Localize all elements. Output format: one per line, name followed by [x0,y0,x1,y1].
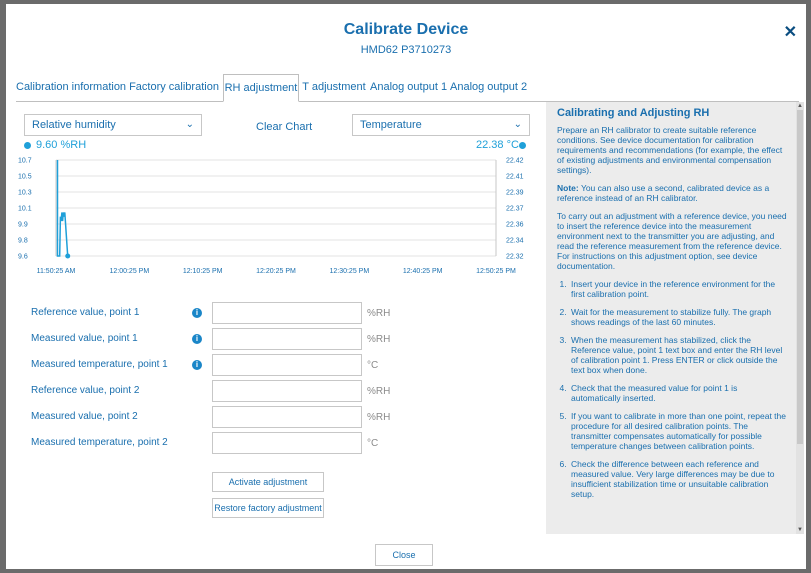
tab-rh-adjustment[interactable]: RH adjustment [223,74,299,102]
help-scrollbar[interactable]: ▲ ▼ [796,102,804,534]
tab-t-adjustment[interactable]: T adjustment [301,74,367,101]
y-right-tick: 22.32 [506,254,524,261]
rh-series-marker [24,142,31,149]
y-right-tick: 22.34 [506,238,524,245]
calibrate-device-dialog: Calibrate Device HMD62 P3710273 ✕ Calibr… [6,4,806,569]
y-left-tick: 9.8 [18,238,28,245]
scroll-thumb[interactable] [797,110,803,444]
unit-label: °C [367,438,379,449]
x-tick: 12:40:25 PM [403,268,443,275]
help-step: Wait for the measurement to stabilize fu… [569,307,787,327]
note-label: Note: [557,183,579,193]
right-quantity-value: Temperature [360,119,422,131]
chevron-down-icon: ⌄ [513,119,522,130]
value-input[interactable] [212,328,362,350]
scroll-up-icon[interactable]: ▲ [796,102,804,110]
tab-factory-calibration[interactable]: Factory calibration [128,74,220,101]
help-note: Note: You can also use a second, calibra… [557,183,787,203]
y-left-tick: 10.7 [18,158,32,165]
value-input[interactable] [212,302,362,324]
device-serial: HMD62 P3710273 [360,44,452,56]
field-label: Measured temperature, point 1 [31,359,168,370]
unit-label: %RH [367,334,391,345]
info-icon[interactable]: i [192,360,202,370]
help-step: If you want to calibrate in more than on… [569,411,787,451]
y-left-tick: 9.6 [18,254,28,261]
x-tick: 12:30:25 PM [329,268,369,275]
y-left-tick: 10.1 [18,206,32,213]
close-icon[interactable]: ✕ [784,22,797,42]
chevron-down-icon: ⌄ [185,119,194,130]
field-label: Reference value, point 1 [31,307,140,318]
help-step: When the measurement has stabilized, cli… [569,335,787,375]
x-tick: 12:00:25 PM [109,268,149,275]
y-left-tick: 10.5 [18,174,32,181]
y-right-tick: 22.37 [506,206,524,213]
help-step: Check that the measured value for point … [569,383,787,403]
value-input[interactable] [212,432,362,454]
temperature-series-marker [519,142,526,149]
left-quantity-select[interactable]: Relative humidity ⌄ [24,114,202,136]
note-text: You can also use a second, calibrated de… [557,183,770,203]
x-tick: 11:50:25 AM [37,268,76,275]
unit-label: %RH [367,386,391,397]
help-title: Calibrating and Adjusting RH [557,107,710,119]
unit-label: %RH [367,412,391,423]
help-content: Calibrating and Adjusting RH Prepare an … [557,108,787,507]
adjustment-panel: Relative humidity ⌄ Clear Chart Temperat… [16,102,536,542]
close-button[interactable]: Close [375,544,433,566]
x-tick: 12:20:25 PM [256,268,296,275]
left-quantity-value: Relative humidity [32,119,116,131]
rh-readout: 9.60 %RH [36,139,87,151]
temperature-readout: 22.38 °C [476,139,519,151]
tab-analog-output-1[interactable]: Analog output 1 [370,74,447,101]
field-label: Measured temperature, point 2 [31,437,168,448]
field-label: Measured value, point 1 [31,333,138,344]
clear-chart-link[interactable]: Clear Chart [256,121,312,133]
value-input[interactable] [212,406,362,428]
activate-adjustment-button[interactable]: Activate adjustment [212,472,324,492]
y-right-tick: 22.36 [506,222,524,229]
y-right-tick: 22.39 [506,190,524,197]
value-input[interactable] [212,380,362,402]
trend-chart: 10.7 22.42 10.5 22.41 10.3 22.39 10.1 22.37 9.9 2… [18,158,524,276]
help-panel: Calibrating and Adjusting RH Prepare an … [546,102,804,534]
help-paragraph: Prepare an RH calibrator to create suita… [557,125,783,175]
y-left-tick: 9.9 [18,222,28,229]
restore-factory-adjustment-button[interactable]: Restore factory adjustment [212,498,324,518]
help-step: Insert your device in the reference envi… [569,279,787,299]
help-steps: Insert your device in the reference envi… [569,279,787,499]
help-step: Check the difference between each refere… [569,459,787,499]
tab-analog-output-2[interactable]: Analog output 2 [450,74,527,101]
x-tick: 12:50:25 PM [476,268,516,275]
help-paragraph: To carry out an adjustment with a refere… [557,211,787,271]
y-right-tick: 22.41 [506,174,524,181]
scroll-down-icon[interactable]: ▼ [796,526,804,534]
unit-label: %RH [367,308,391,319]
unit-label: °C [367,360,379,371]
y-right-tick: 22.42 [506,158,524,165]
value-input[interactable] [212,354,362,376]
dialog-title: Calibrate Device [343,21,469,38]
series-point [65,253,71,259]
field-label: Reference value, point 2 [31,385,140,396]
x-tick: 12:10:25 PM [183,268,223,275]
info-icon[interactable]: i [192,308,202,318]
tab-calibration-information[interactable]: Calibration information [16,74,126,101]
right-quantity-select[interactable]: Temperature ⌄ [352,114,530,136]
info-icon[interactable]: i [192,334,202,344]
dialog-header: Calibrate Device HMD62 P3710273 ✕ [6,4,806,64]
field-label: Measured value, point 2 [31,411,138,422]
y-left-tick: 10.3 [18,190,32,197]
